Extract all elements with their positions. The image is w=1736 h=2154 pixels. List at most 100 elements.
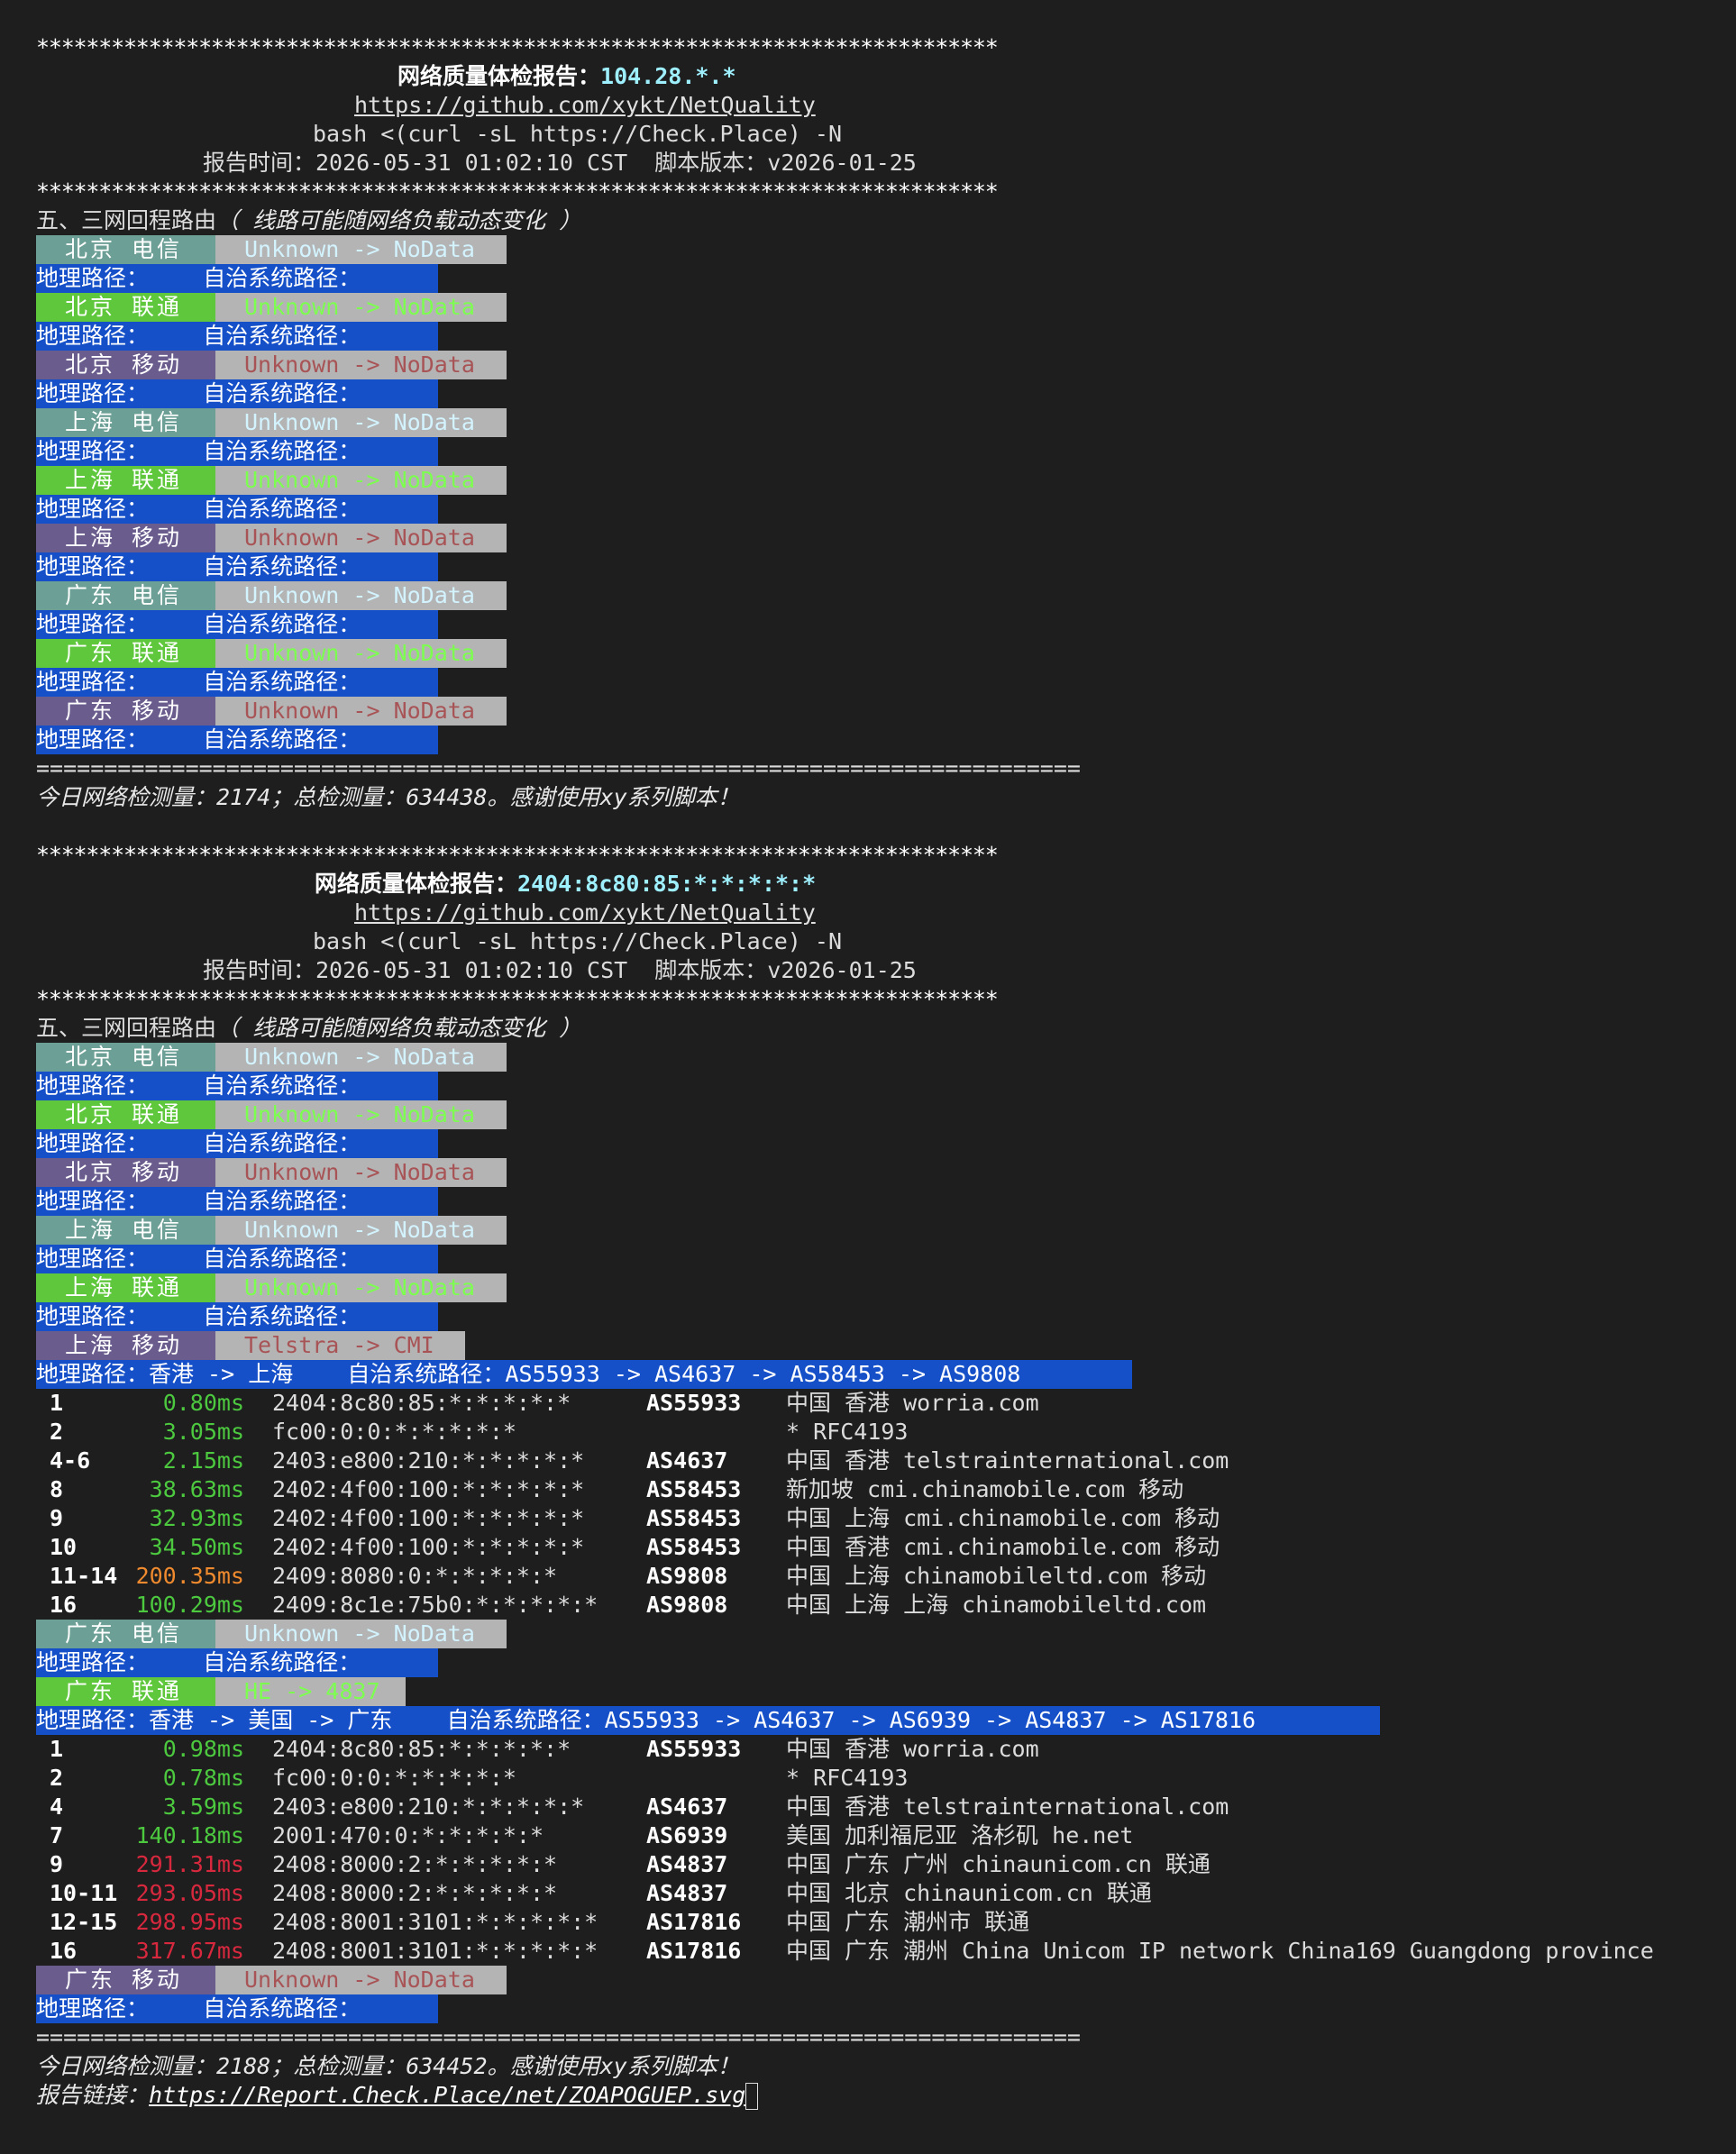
equals-line: ========================================… [36, 754, 1081, 783]
geo-path-row: 地理路径： 自治系统路径： [36, 1245, 438, 1273]
geo-path-row: 地理路径： 自治系统路径： [36, 552, 438, 581]
report-title: 网络质量体检报告：104.28.*.* [397, 62, 736, 91]
hop-as: AS58453 [646, 1476, 742, 1502]
hop-ip: 2404:8c80:85:*:*:*:*:* [272, 1736, 571, 1762]
hop-as: AS58453 [646, 1534, 742, 1560]
hop-ip: 2408:8001:3101:*:*:*:*:* [272, 1909, 598, 1935]
hop-as: AS55933 [646, 1736, 742, 1762]
carrier-row: 广东 电信 Unknown -> NoData [36, 581, 507, 610]
hop-latency: 100.29ms [135, 1592, 244, 1618]
hop-info: 美国 加利福尼亚 洛杉矶 he.net [786, 1822, 1134, 1848]
hop-info: 中国 香港 worria.com [786, 1390, 1039, 1416]
geo-path: 地理路径：香港 -> 上海 自治系统路径：AS55933 -> AS4637 -… [36, 1360, 1132, 1389]
hop-ip: fc00:0:0:*:*:*:*:* [272, 1765, 516, 1791]
hop-info: 中国 香港 telstrainternational.com [786, 1447, 1229, 1474]
geo-path: 地理路径： 自治系统路径： [36, 322, 438, 351]
hop-ip: 2409:8080:0:*:*:*:*:* [272, 1563, 558, 1589]
carrier-row: 北京 移动 Unknown -> NoData [36, 1158, 507, 1187]
carrier-name: 上海 移动 [36, 524, 215, 552]
command-line: bash <(curl -sL https://Check.Place) -N [313, 120, 842, 149]
hop-latency: 32.93ms [149, 1505, 244, 1531]
carrier-row: 广东 电信 Unknown -> NoData [36, 1620, 507, 1648]
hop-latency: 38.63ms [149, 1476, 244, 1502]
report-time: 报告时间：2026-05-31 01:02:10 CST 脚本版本：v2026-… [203, 957, 917, 983]
stars-separator: ****************************************… [36, 842, 999, 868]
route-status: Unknown -> NoData [215, 408, 507, 437]
hop-info: 中国 广东 潮州 China Unicom IP network China16… [786, 1938, 1654, 1964]
hop-ip: 2001:470:0:*:*:*:*:* [272, 1822, 544, 1848]
route-status: Unknown -> NoData [215, 581, 507, 610]
footer-line: 今日网络检测量：2174；总检测量：634438。感谢使用xy系列脚本！ [36, 783, 740, 812]
hop-info: 中国 香港 telstrainternational.com [786, 1793, 1229, 1820]
hop-ip: fc00:0:0:*:*:*:*:* [272, 1419, 516, 1445]
github-link[interactable]: https://github.com/xykt/NetQuality [354, 899, 816, 926]
hop-info: 中国 北京 chinaunicom.cn 联通 [786, 1880, 1152, 1906]
command-line: bash <(curl -sL https://Check.Place) -N [313, 927, 842, 956]
route-status: Unknown -> NoData [215, 235, 507, 264]
github-link[interactable]: https://github.com/xykt/NetQuality [354, 92, 816, 118]
carrier-name: 广东 移动 [36, 697, 215, 726]
hop-info: 中国 上海 chinamobileltd.com 移动 [786, 1563, 1207, 1589]
section-note: （ 线路可能随网络负载动态变化 ） [216, 1015, 582, 1041]
geo-path: 地理路径： 自治系统路径： [36, 495, 438, 524]
equals-separator: ========================================… [36, 2024, 1081, 2050]
hop-as: AS17816 [646, 1909, 742, 1935]
terminal-output: ****************************************… [0, 0, 1736, 2154]
route-status: HE -> 4837 [215, 1677, 406, 1706]
route-status: Unknown -> NoData [215, 466, 507, 495]
carrier-name: 广东 电信 [36, 1620, 215, 1648]
command-text: bash <(curl -sL https://Check.Place) -N [313, 121, 842, 147]
hop-info: 中国 香港 cmi.chinamobile.com 移动 [786, 1534, 1220, 1560]
hop-latency: 3.05ms [162, 1419, 244, 1445]
report-link-line: 报告链接：https://Report.Check.Place/net/ZOAP… [36, 2081, 759, 2110]
geo-path-row: 地理路径： 自治系统路径： [36, 1302, 438, 1331]
carrier-name: 北京 电信 [36, 1043, 215, 1072]
geo-path-row: 地理路径： 自治系统路径： [36, 437, 438, 466]
hop-latency: 0.80ms [162, 1390, 244, 1416]
route-status: Unknown -> NoData [215, 1273, 507, 1302]
geo-path-row: 地理路径：香港 -> 上海 自治系统路径：AS55933 -> AS4637 -… [36, 1360, 1132, 1389]
route-status: Unknown -> NoData [215, 1100, 507, 1129]
hop-latency: 317.67ms [135, 1938, 244, 1964]
route-status: Telstra -> CMI [215, 1331, 465, 1360]
hop-ip: 2402:4f00:100:*:*:*:*:* [272, 1534, 585, 1560]
hop-ip: 2402:4f00:100:*:*:*:*:* [272, 1476, 585, 1502]
hop-latency: 140.18ms [135, 1822, 244, 1848]
carrier-name: 北京 联通 [36, 1100, 215, 1129]
hop-info: 中国 广东 潮州市 联通 [786, 1909, 1030, 1935]
hop-latency: 293.05ms [135, 1880, 244, 1906]
route-status: Unknown -> NoData [215, 1216, 507, 1245]
geo-path: 地理路径：香港 -> 美国 -> 广东 自治系统路径：AS55933 -> AS… [36, 1706, 1380, 1735]
route-status: Unknown -> NoData [215, 524, 507, 552]
report-ip: 104.28.*.* [600, 63, 736, 89]
carrier-row: 上海 电信 Unknown -> NoData [36, 408, 507, 437]
hop-latency: 200.35ms [135, 1563, 244, 1589]
hop-info: 中国 上海 cmi.chinamobile.com 移动 [786, 1505, 1220, 1531]
time-line: 报告时间：2026-05-31 01:02:10 CST 脚本版本：v2026-… [203, 149, 917, 178]
route-status: Unknown -> NoData [215, 697, 507, 726]
report-link[interactable]: https://Report.Check.Place/net/ZOAPOGUEP… [149, 2082, 745, 2108]
geo-path: 地理路径： 自治系统路径： [36, 1245, 438, 1273]
terminal-cursor [745, 2083, 759, 2110]
geo-path: 地理路径： 自治系统路径： [36, 1129, 438, 1158]
hop-as: AS4837 [646, 1851, 728, 1877]
hop-info: 中国 广东 广州 chinaunicom.cn 联通 [786, 1851, 1211, 1877]
github-line: https://github.com/xykt/NetQuality [354, 899, 816, 927]
report-title-label: 网络质量体检报告： [397, 63, 601, 89]
geo-path: 地理路径： 自治系统路径： [36, 668, 438, 697]
carrier-row: 上海 移动 Unknown -> NoData [36, 524, 507, 552]
geo-path-row: 地理路径： 自治系统路径： [36, 264, 438, 293]
github-line: https://github.com/xykt/NetQuality [354, 91, 816, 120]
geo-path-row: 地理路径：香港 -> 美国 -> 广东 自治系统路径：AS55933 -> AS… [36, 1706, 1380, 1735]
carrier-name: 上海 移动 [36, 1331, 215, 1360]
stars-line: ****************************************… [36, 985, 999, 1014]
hop-latency: 0.78ms [162, 1765, 244, 1791]
geo-path: 地理路径： 自治系统路径： [36, 1187, 438, 1216]
hop-as: AS17816 [646, 1938, 742, 1964]
hop-as: AS58453 [646, 1505, 742, 1531]
carrier-name: 北京 电信 [36, 235, 215, 264]
hop-as: AS6939 [646, 1822, 728, 1848]
carrier-row: 上海 联通 Unknown -> NoData [36, 466, 507, 495]
equals-line: ========================================… [36, 2023, 1081, 2052]
carrier-row: 广东 移动 Unknown -> NoData [36, 697, 507, 726]
